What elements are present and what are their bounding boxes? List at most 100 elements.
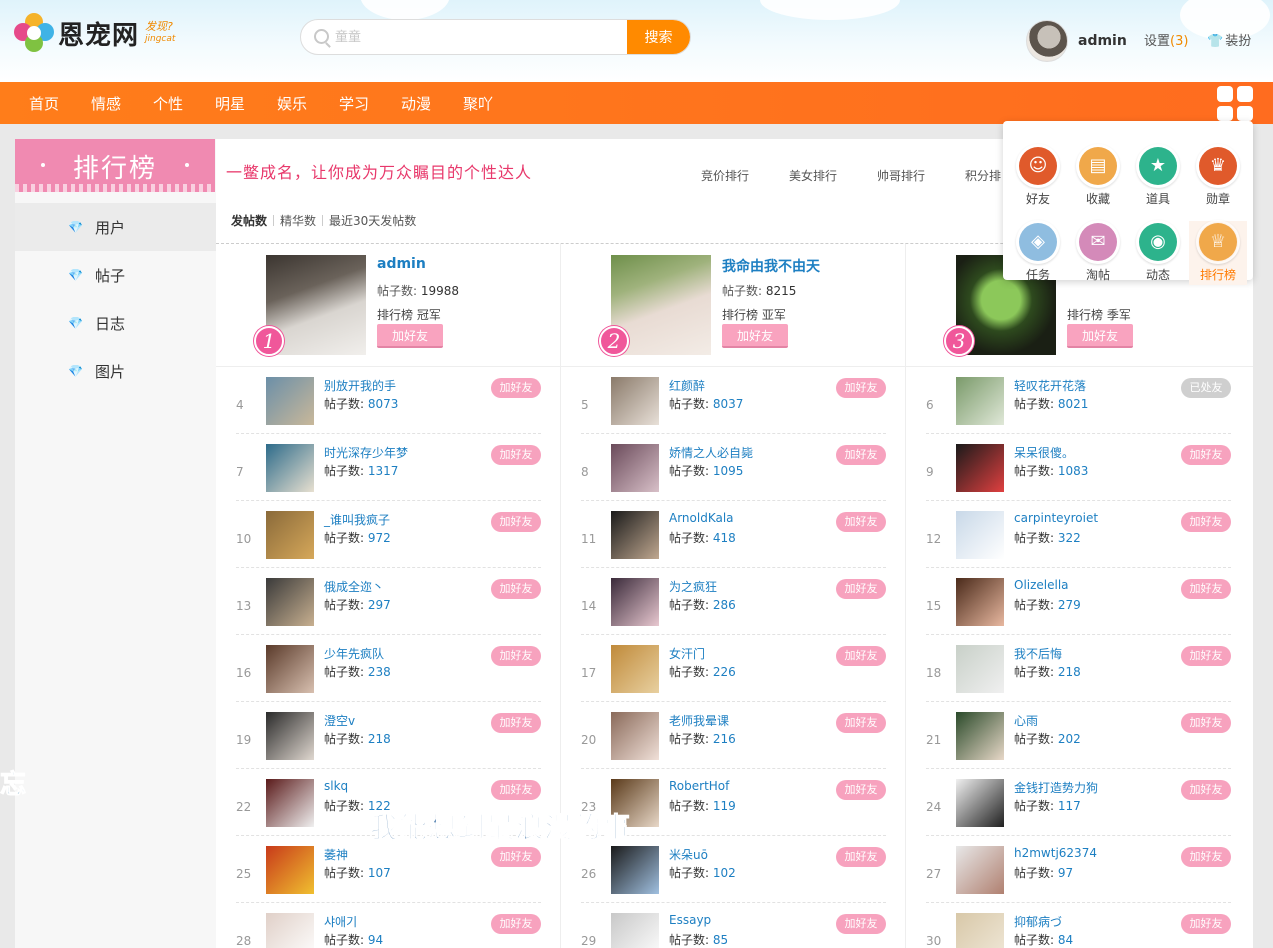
site-logo[interactable]: 恩宠网 发现? jingcat [14, 13, 175, 53]
add-friend-button[interactable]: 加好友 [836, 445, 886, 465]
quick-menu-item[interactable]: ◈ 任务 [1009, 220, 1067, 285]
user-avatar[interactable] [266, 578, 314, 626]
user-avatar[interactable] [266, 712, 314, 760]
sidebar-item-blogs[interactable]: 💎 日志 [15, 299, 216, 347]
user-name[interactable]: 我不后悔 [1014, 645, 1062, 662]
add-friend-button[interactable]: 加好友 [836, 378, 886, 398]
user-avatar[interactable] [611, 444, 659, 492]
user-name[interactable]: 金钱打造势力狗 [1014, 779, 1098, 796]
add-friend-button[interactable]: 加好友 [836, 780, 886, 800]
add-friend-button[interactable]: 加好友 [491, 713, 541, 733]
user-name[interactable]: 轻叹花开花落 [1014, 377, 1086, 394]
user-name[interactable]: 心雨 [1014, 712, 1038, 729]
nav-item-stars[interactable]: 明星 [215, 93, 245, 114]
sidebar-item-images[interactable]: 💎 图片 [15, 347, 216, 395]
quick-menu-item[interactable]: ◉ 动态 [1129, 220, 1187, 285]
user-name[interactable]: 抑郁病づ [1014, 913, 1062, 930]
user-name[interactable]: 米朵uō [669, 846, 708, 863]
nav-item-emotion[interactable]: 情感 [91, 93, 121, 114]
user-name[interactable]: ArnoldKala [669, 511, 734, 525]
user-name[interactable]: 샤애기 [324, 913, 357, 930]
nav-item-study[interactable]: 学习 [339, 93, 369, 114]
user-avatar[interactable] [266, 645, 314, 693]
user-avatar[interactable] [611, 712, 659, 760]
user-avatar[interactable] [611, 913, 659, 948]
tab-bid-ranking[interactable]: 竞价排行 [701, 167, 749, 184]
user-name[interactable]: 为之疯狂 [669, 578, 717, 595]
tab-points-ranking[interactable]: 积分排 [965, 167, 1001, 184]
add-friend-button[interactable]: 加好友 [377, 324, 443, 348]
nav-item-home[interactable]: 首页 [29, 93, 59, 114]
dress-link[interactable]: 👕 装扮 [1207, 30, 1251, 49]
user-menu[interactable]: admin [1026, 20, 1127, 62]
add-friend-button[interactable]: 加好友 [836, 579, 886, 599]
user-name[interactable]: slkq [324, 779, 348, 793]
user-avatar[interactable] [956, 645, 1004, 693]
user-name[interactable]: 俄成全迩丶 [324, 578, 384, 595]
add-friend-button[interactable]: 加好友 [1181, 445, 1231, 465]
add-friend-button[interactable]: 加好友 [491, 847, 541, 867]
user-avatar[interactable] [266, 846, 314, 894]
user-name[interactable]: 别放开我的手 [324, 377, 396, 394]
user-name[interactable]: Essayp [669, 913, 711, 927]
user-avatar[interactable] [956, 578, 1004, 626]
user-name[interactable]: 呆呆很傻。 [1014, 444, 1074, 461]
quick-menu-item[interactable]: ★ 道具 [1129, 144, 1187, 209]
user-name[interactable]: RobertHof [669, 779, 729, 793]
quick-menu-item[interactable]: ☺ 好友 [1009, 144, 1067, 209]
avatar[interactable] [1026, 20, 1068, 62]
sidebar-item-users[interactable]: 💎 用户 [15, 203, 216, 251]
add-friend-button[interactable]: 加好友 [1067, 324, 1133, 348]
add-friend-button[interactable]: 加好友 [836, 646, 886, 666]
add-friend-button[interactable]: 加好友 [1181, 780, 1231, 800]
sidebar-item-posts[interactable]: 💎 帖子 [15, 251, 216, 299]
quick-menu-item[interactable]: ▤ 收藏 [1069, 144, 1127, 209]
user-avatar[interactable] [266, 511, 314, 559]
add-friend-button[interactable]: 加好友 [722, 324, 788, 348]
nav-item-entertainment[interactable]: 娱乐 [277, 93, 307, 114]
user-name[interactable]: 少年先疯队 [324, 645, 384, 662]
add-friend-button[interactable]: 加好友 [836, 512, 886, 532]
user-avatar[interactable] [956, 913, 1004, 948]
add-friend-button[interactable]: 加好友 [836, 914, 886, 934]
subtab-recent-posts[interactable]: 最近30天发帖数 [329, 214, 416, 228]
user-name[interactable]: _谁叫我疯子 [324, 511, 390, 528]
nav-item-gather[interactable]: 聚吖 [463, 93, 493, 114]
user-name[interactable]: 澄空v [324, 712, 355, 729]
nav-item-personality[interactable]: 个性 [153, 93, 183, 114]
add-friend-button[interactable]: 加好友 [836, 847, 886, 867]
user-name[interactable]: 我命由我不由天 [722, 256, 820, 276]
user-avatar[interactable] [266, 913, 314, 948]
settings-link[interactable]: 设置(3) [1144, 30, 1188, 49]
nav-item-anime[interactable]: 动漫 [401, 93, 431, 114]
user-avatar[interactable] [611, 377, 659, 425]
user-avatar[interactable] [956, 511, 1004, 559]
user-avatar[interactable] [956, 377, 1004, 425]
quick-menu-item[interactable]: ✉ 淘帖 [1069, 220, 1127, 285]
add-friend-button[interactable]: 加好友 [491, 445, 541, 465]
user-name[interactable]: admin [377, 256, 426, 272]
add-friend-button[interactable]: 加好友 [491, 646, 541, 666]
apps-grid-icon[interactable] [1217, 86, 1254, 121]
user-name[interactable]: 萎神 [324, 846, 348, 863]
add-friend-button[interactable]: 加好友 [1181, 847, 1231, 867]
subtab-digest-count[interactable]: 精华数 [280, 214, 316, 228]
quick-menu-item[interactable]: ♕ 排行榜 [1189, 220, 1247, 285]
tab-beauty-ranking[interactable]: 美女排行 [789, 167, 837, 184]
user-avatar[interactable] [611, 846, 659, 894]
user-avatar[interactable] [956, 779, 1004, 827]
subtab-post-count[interactable]: 发帖数 [231, 214, 267, 228]
user-avatar[interactable] [956, 846, 1004, 894]
user-name[interactable]: 女汗门 [669, 645, 705, 662]
search-button[interactable]: 搜索 [627, 20, 690, 54]
user-avatar[interactable] [611, 578, 659, 626]
user-avatar[interactable] [611, 511, 659, 559]
user-name[interactable]: 娇情之人必自毙 [669, 444, 753, 461]
user-name[interactable]: 红颜醉 [669, 377, 705, 394]
add-friend-button[interactable]: 加好友 [491, 579, 541, 599]
add-friend-button[interactable]: 加好友 [1181, 579, 1231, 599]
tab-handsome-ranking[interactable]: 帅哥排行 [877, 167, 925, 184]
user-avatar[interactable] [266, 779, 314, 827]
add-friend-button[interactable]: 加好友 [1181, 646, 1231, 666]
add-friend-button[interactable]: 加好友 [1181, 512, 1231, 532]
